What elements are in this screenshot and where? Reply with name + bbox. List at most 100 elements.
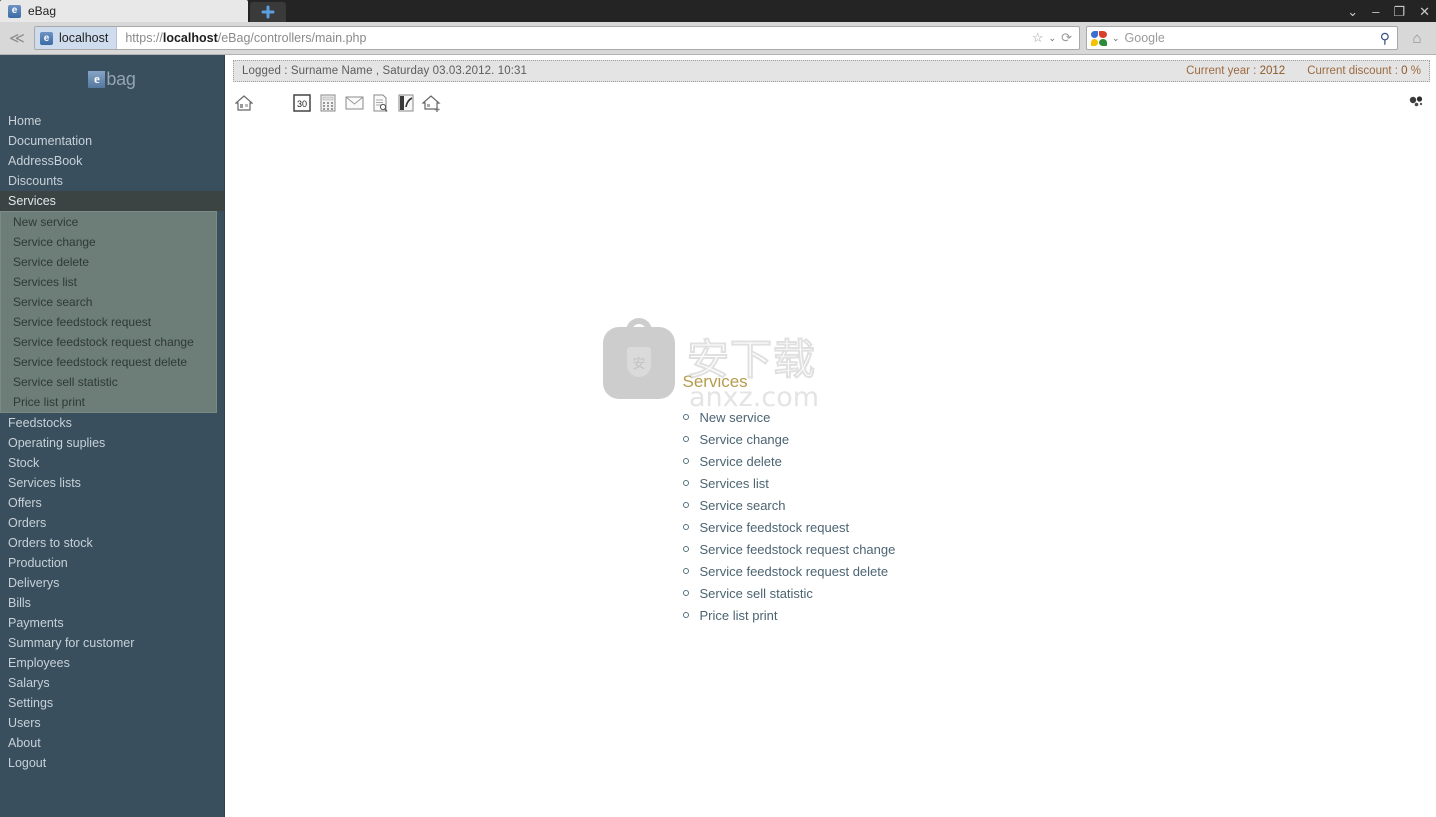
chevron-down-icon[interactable]: ⌄ [1049,33,1057,44]
search-input[interactable]: Google [1125,31,1375,45]
current-discount-label: Current discount : [1307,65,1398,77]
reload-icon[interactable]: ⟳ [1061,30,1072,46]
url-host: localhost [162,31,218,45]
main-panel: Services New service Service change Servic… [225,147,1436,817]
service-link[interactable]: Service feedstock request delete [700,564,889,579]
submenu-item-price-list-print[interactable]: Price list print [1,392,216,412]
gear-icon[interactable] [1406,90,1426,110]
service-link[interactable]: Service feedstock request change [700,542,896,557]
app-logo: e bag [0,55,224,91]
sidebar-submenu: New service Service change Service delete S… [0,211,217,413]
current-discount-value: 0 [1401,65,1408,77]
back-forward-icon[interactable]: ≪ [6,27,28,49]
sidebar-item-production[interactable]: Production [0,553,224,573]
url-bar[interactable]: e localhost https://localhost/eBag/contr… [34,26,1080,50]
home-button[interactable]: ⌂ [1404,30,1430,47]
submenu-item-service-change[interactable]: Service change [1,232,216,252]
application-window: e bag Home Documentation AddressBook Discou… [0,55,1436,817]
sidebar-item-home[interactable]: Home [0,111,224,131]
sidebar-item-deliverys[interactable]: Deliverys [0,573,224,593]
service-link[interactable]: Service delete [700,454,782,469]
tab-strip: e eBag ⌄ – ❐ ✕ [0,0,1436,22]
submenu-item-services-list[interactable]: Services list [1,272,216,292]
window-controls: ⌄ – ❐ ✕ [1347,0,1430,22]
site-identity-chip[interactable]: e localhost [35,27,118,49]
bullet-icon [682,436,689,442]
bullet-icon [682,524,689,530]
list-item: New service [682,406,1041,428]
bullet-icon [682,568,689,574]
document-icon[interactable] [369,92,391,114]
bookmark-star-icon[interactable]: ☆ [1032,30,1044,46]
service-link[interactable]: Service sell statistic [700,586,813,601]
tab-title: eBag [28,4,57,18]
sidebar-item-salarys[interactable]: Salarys [0,673,224,693]
sidebar-item-users[interactable]: Users [0,713,224,733]
submenu-item-service-feedstock-request-change[interactable]: Service feedstock request change [1,332,216,352]
sidebar-item-summary-for-customer[interactable]: Summary for customer [0,633,224,653]
url-input[interactable]: https://localhost/eBag/controllers/main.… [117,31,1025,45]
sidebar-item-orders[interactable]: Orders [0,513,224,533]
list-item: Service sell statistic [682,582,1041,604]
home-icon[interactable] [233,92,255,114]
current-discount: Current discount : 0 % [1307,65,1421,77]
sidebar-item-payments[interactable]: Payments [0,613,224,633]
list-item: Service feedstock request delete [682,560,1041,582]
sidebar-item-addressbook[interactable]: AddressBook [0,151,224,171]
sidebar-item-orders-to-stock[interactable]: Orders to stock [0,533,224,553]
chart-icon[interactable] [395,92,417,114]
search-bar[interactable]: ⌄ Google ⚲ [1086,26,1398,50]
maximize-button[interactable]: ❐ [1393,5,1405,18]
sidebar-item-settings[interactable]: Settings [0,693,224,713]
tab-favicon-icon: e [8,4,21,18]
sidebar-item-employees[interactable]: Employees [0,653,224,673]
bullet-icon [682,502,689,508]
services-link-list: New service Service change Service delete S… [621,406,1041,626]
home-add-icon[interactable] [421,92,443,114]
sidebar-item-bills[interactable]: Bills [0,593,224,613]
sidebar-item-discounts[interactable]: Discounts [0,171,224,191]
sidebar-item-about[interactable]: About [0,733,224,753]
service-link[interactable]: Service feedstock request [700,520,850,535]
sidebar-item-feedstocks[interactable]: Feedstocks [0,413,224,433]
submenu-item-service-feedstock-request[interactable]: Service feedstock request [1,312,216,332]
browser-chrome: e eBag ⌄ – ❐ ✕ ≪ e localhost https://loc… [0,0,1436,55]
sidebar-item-services-lists[interactable]: Services lists [0,473,224,493]
list-item: Service feedstock request [682,516,1041,538]
sidebar-item-logout[interactable]: Logout [0,753,224,773]
search-engine-chevron-icon[interactable]: ⌄ [1112,33,1120,44]
sidebar-item-documentation[interactable]: Documentation [0,131,224,151]
calculator-icon[interactable] [317,92,339,114]
submenu-item-service-search[interactable]: Service search [1,292,216,312]
search-magnifier-icon[interactable]: ⚲ [1380,30,1393,47]
year-discount-group: Current year : 2012 Current discount : 0… [1186,65,1421,77]
mail-icon[interactable] [343,92,365,114]
browser-tab[interactable]: e eBag [0,0,248,22]
service-link[interactable]: Service change [700,432,790,447]
sidebar-item-operating-suplies[interactable]: Operating suplies [0,433,224,453]
service-link[interactable]: New service [700,410,771,425]
sidebar-item-offers[interactable]: Offers [0,493,224,513]
list-item: Services list [682,472,1041,494]
current-year-label: Current year : [1186,65,1257,77]
submenu-item-new-service[interactable]: New service [1,212,216,232]
submenu-item-service-delete[interactable]: Service delete [1,252,216,272]
sidebar-item-services[interactable]: Services [0,191,224,211]
bullet-icon [682,480,689,486]
sidebar-item-stock[interactable]: Stock [0,453,224,473]
minimize-button[interactable]: – [1372,5,1379,18]
service-link[interactable]: Service search [700,498,786,513]
submenu-item-service-sell-statistic[interactable]: Service sell statistic [1,372,216,392]
service-link[interactable]: Services list [700,476,769,491]
status-info-bar: Logged : Surname Name , Saturday 03.03.2… [233,60,1430,82]
url-path: /eBag/controllers/main.php [217,31,367,45]
logo-mark-icon: e [88,70,106,88]
submenu-item-service-feedstock-request-delete[interactable]: Service feedstock request delete [1,352,216,372]
new-tab-button[interactable] [250,2,286,22]
close-button[interactable]: ✕ [1419,5,1430,18]
service-link[interactable]: Price list print [700,608,778,623]
bullet-icon [682,612,689,618]
tab-list-chevron-icon[interactable]: ⌄ [1347,5,1358,18]
google-logo-icon[interactable] [1091,30,1107,46]
calendar-icon[interactable]: 30 [291,92,313,114]
